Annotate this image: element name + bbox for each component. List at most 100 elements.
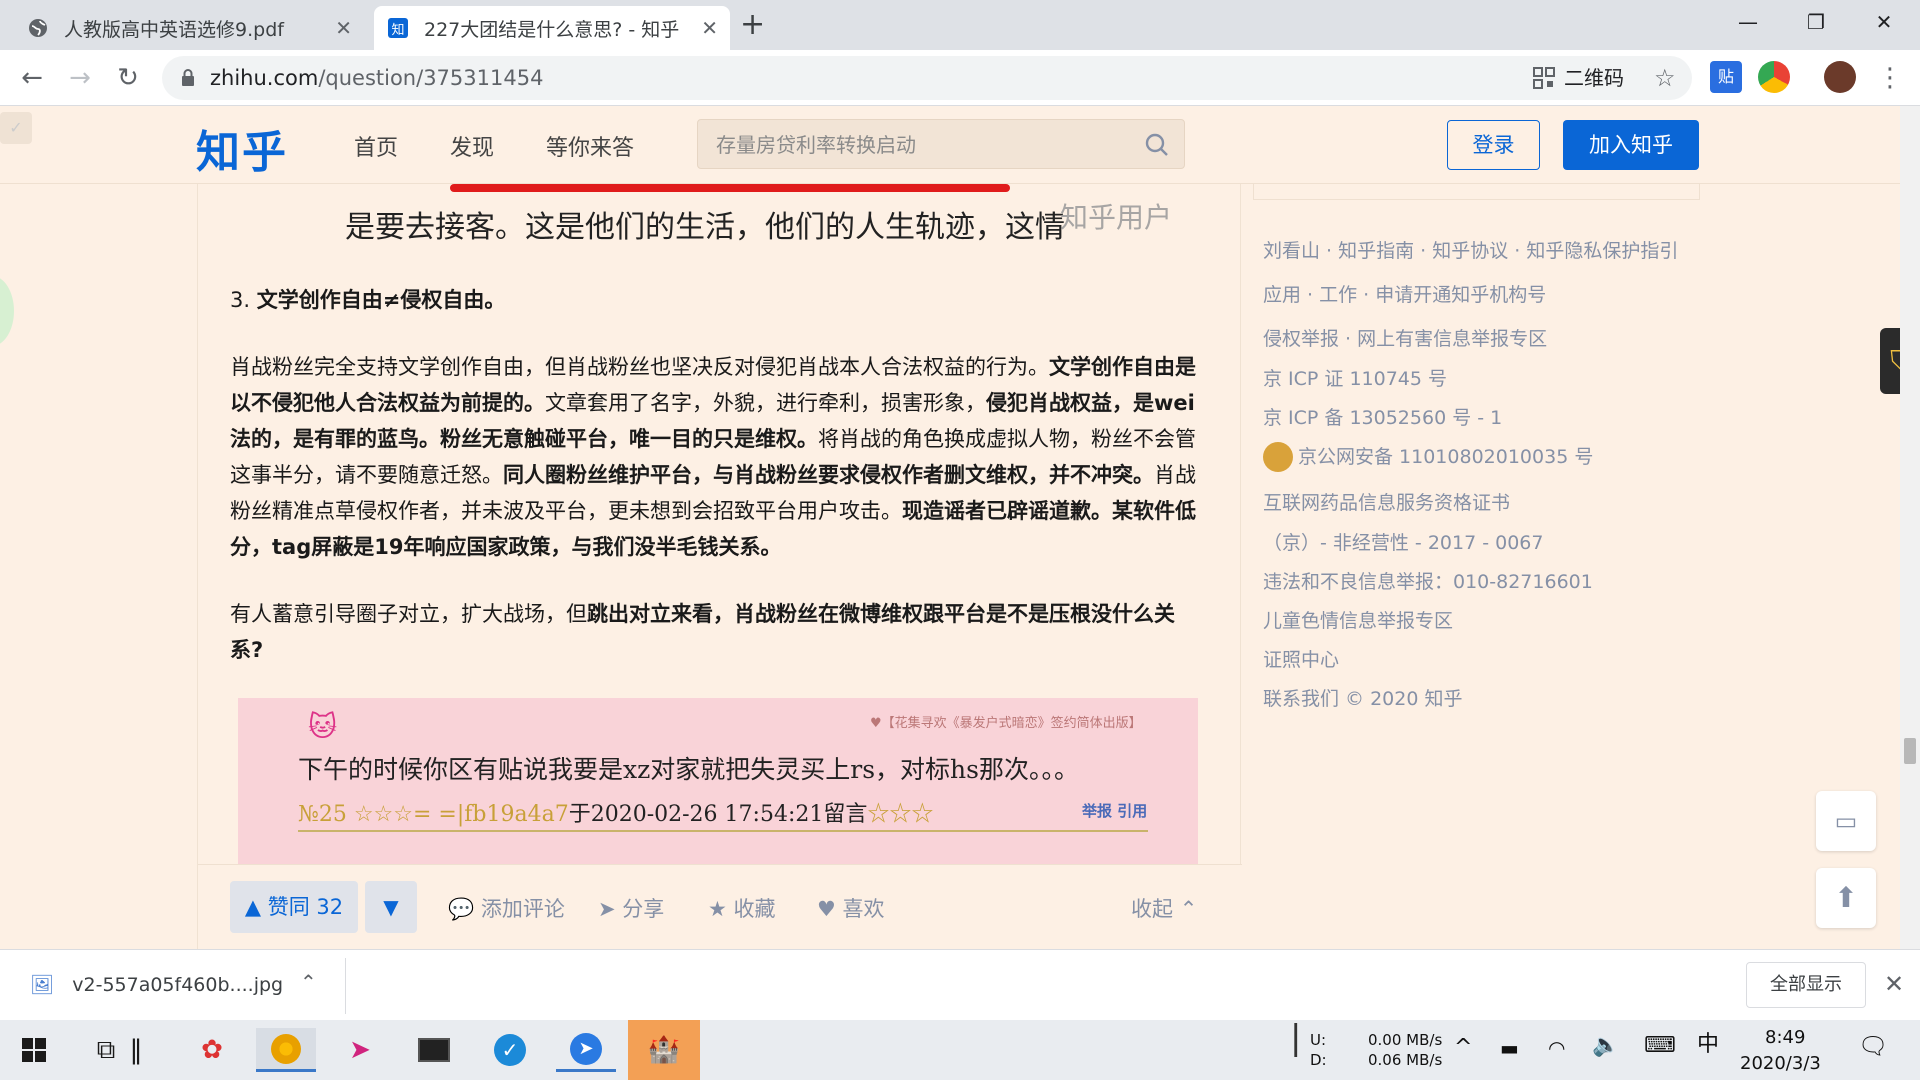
illegal-report[interactable]: 违法和不良信息举报：010-82716601 xyxy=(1263,567,1593,594)
tray-chevron-up-icon[interactable]: ^ xyxy=(1454,1037,1472,1059)
wifi-icon[interactable]: ◠ xyxy=(1548,1038,1565,1058)
profile-avatar[interactable] xyxy=(1824,61,1856,93)
image-text: 是要去接客。这是他们的生活，他们的人生轨迹，这情 xyxy=(345,210,1065,245)
net-upload-speed: 0.00 MB/s xyxy=(1368,1031,1443,1049)
section-heading: 3. 文学创作自由≠侵权自由。 xyxy=(230,288,506,312)
page-scrollbar[interactable] xyxy=(1900,106,1920,949)
feishu-icon[interactable]: ➤ xyxy=(556,1028,616,1072)
download-bar: 🖼 v2-557a05f460b....jpg ⌃ 全部显示 ✕ xyxy=(0,949,1920,1020)
notification-icon[interactable]: 🗨 xyxy=(1858,1034,1888,1058)
answer-image-comment[interactable]: 🐱 ♥【花集寻欢《暴发户式暗恋》签约简体出版】 下午的时候你区有贴说我要是xz对… xyxy=(238,698,1198,868)
extension-tie-icon[interactable]: 贴 xyxy=(1710,61,1742,93)
back-icon[interactable]: ← xyxy=(16,62,48,94)
browser-toolbar: ← → ↻ zhihu.com/question/375311454 二维码 ☆… xyxy=(0,50,1920,106)
nav-discover[interactable]: 发现 xyxy=(450,130,494,162)
tab-zhihu[interactable]: 知 227大团结是什么意思? - 知乎 ✕ xyxy=(374,6,730,50)
upvote-button[interactable]: ▲ 赞同 32 xyxy=(230,881,358,933)
paragraph-1: 肖战粉丝完全支持文学创作自由，但肖战粉丝也坚决反对侵犯肖战本人合法权益的行为。文… xyxy=(230,355,1196,559)
collapse-button[interactable]: 收起 ⌃ xyxy=(1131,893,1197,923)
ime-indicator[interactable]: 中 xyxy=(1697,1034,1719,1056)
sidebar-footer: 刘看山 · 知乎指南 · 知乎协议 · 知乎隐私保护指引 应用 · 工作 · 申… xyxy=(1253,184,1700,949)
close-tab-icon[interactable]: ✕ xyxy=(701,16,718,40)
heart-icon: ♥ xyxy=(817,897,836,921)
checkbox-icon[interactable]: ✓ xyxy=(0,112,32,144)
login-button[interactable]: 登录 xyxy=(1447,120,1540,170)
show-all-button[interactable]: 全部显示 xyxy=(1746,962,1866,1008)
like-button[interactable]: ♥ 喜欢 xyxy=(817,893,885,923)
close-tab-icon[interactable]: ✕ xyxy=(335,16,352,40)
address-bar[interactable]: zhihu.com/question/375311454 二维码 ☆ xyxy=(162,56,1692,100)
qr-code-label[interactable]: 二维码 xyxy=(1564,56,1624,100)
license-center[interactable]: 证照中心 xyxy=(1263,645,1339,672)
child-report[interactable]: 儿童色情信息举报专区 xyxy=(1263,606,1453,633)
tab-title: 227大团结是什么意思? - 知乎 xyxy=(424,18,680,41)
report-quote-links[interactable]: 举报 引用 xyxy=(1082,800,1147,821)
join-button[interactable]: 加入知乎 xyxy=(1563,120,1699,170)
arrow-up-icon: ⬆ xyxy=(1834,881,1858,914)
image-watermark: 知乎用户 xyxy=(1060,201,1173,234)
net-upload-label: U: xyxy=(1310,1031,1327,1049)
windows-start-icon[interactable] xyxy=(4,1028,64,1072)
nav-waiting-answers[interactable]: 等你来答 xyxy=(546,130,634,162)
share-button[interactable]: ➤ 分享 xyxy=(598,893,664,923)
drug-info-cert[interactable]: 互联网药品信息服务资格证书 xyxy=(1263,488,1510,515)
footer-links-1[interactable]: 刘看山 · 知乎指南 · 知乎协议 · 知乎隐私保护指引 xyxy=(1263,236,1678,263)
menu-kebab-icon[interactable]: ⋮ xyxy=(1874,62,1906,94)
drug-info-number: （京）- 非经营性 - 2017 - 0067 xyxy=(1263,532,1544,554)
chevron-up-icon: ⌃ xyxy=(1179,897,1198,921)
footer-links-3[interactable]: 侵权举报 · 网上有害信息举报专区 xyxy=(1263,324,1547,351)
footer-links-2[interactable]: 应用 · 工作 · 申请开通知乎机构号 xyxy=(1263,280,1546,307)
keyboard-icon[interactable]: ⌨ xyxy=(1644,1035,1676,1057)
new-tab-button[interactable]: + xyxy=(740,8,765,42)
collect-button[interactable]: ★ 收藏 xyxy=(708,893,776,923)
image-tag: ♥【花集寻欢《暴发户式暗恋》签约简体出版】 xyxy=(870,716,1142,731)
vimeo-app-icon[interactable]: ✓ xyxy=(480,1028,540,1072)
clock-time[interactable]: 8:49 xyxy=(1765,1028,1805,1048)
icp-record[interactable]: 京 ICP 备 13052560 号 - 1 xyxy=(1263,403,1502,430)
answer-image-top[interactable]: 是要去接客。这是他们的生活，他们的人生轨迹，这情 知乎用户 xyxy=(270,184,1210,254)
globe-icon xyxy=(28,18,48,38)
comment-icon: 💬 xyxy=(448,897,475,921)
game-app-icon[interactable]: 🏰 xyxy=(628,1020,700,1080)
feedback-button[interactable]: ▭ xyxy=(1816,791,1876,851)
downvote-button[interactable]: ▼ xyxy=(365,881,417,933)
bookmark-star-icon[interactable]: ☆ xyxy=(1654,64,1676,92)
scrollbar-thumb[interactable] xyxy=(1904,738,1916,764)
comment-button[interactable]: 💬 添加评论 xyxy=(448,893,565,923)
chrome-taskbar-icon[interactable] xyxy=(256,1028,316,1072)
search-box[interactable]: 存量房贷利率转换启动 xyxy=(697,119,1185,169)
search-input[interactable]: 存量房贷利率转换启动 xyxy=(716,120,916,170)
close-window-button[interactable]: ✕ xyxy=(1856,6,1912,38)
contact-copyright[interactable]: 联系我们 © 2020 知乎 xyxy=(1263,684,1462,711)
windows-taskbar: ⧉ ‖ ✿ ➤ ✓ ➤ 🏰 | U: D: 0.00 MB/s 0.06 MB/… xyxy=(0,1020,1920,1080)
back-to-top-button[interactable]: ⬆ xyxy=(1816,868,1876,928)
tab-pdf[interactable]: 人教版高中英语选修9.pdf ✕ xyxy=(14,6,364,50)
icp-cert[interactable]: 京 ICP 证 110745 号 xyxy=(1263,364,1447,391)
reload-icon[interactable]: ↻ xyxy=(112,62,144,94)
terminal-icon[interactable] xyxy=(404,1028,464,1072)
tab-title: 人教版高中英语选修9.pdf xyxy=(64,18,284,41)
qr-code-icon[interactable] xyxy=(1532,66,1556,90)
public-security-record[interactable]: 京公网安备 11010802010035 号 xyxy=(1298,442,1593,469)
nav-home[interactable]: 首页 xyxy=(354,130,398,162)
forward-icon[interactable]: → xyxy=(64,62,96,94)
maximize-button[interactable]: ❐ xyxy=(1788,6,1844,38)
minimize-button[interactable]: — xyxy=(1720,6,1776,38)
chevron-up-icon[interactable]: ⌃ xyxy=(300,970,317,994)
zhihu-header: 知乎 首页 发现 等你来答 存量房贷利率转换启动 登录 加入知乎 xyxy=(0,106,1900,184)
battery-icon[interactable]: ▬ xyxy=(1500,1038,1519,1058)
star-icon: ★ xyxy=(708,897,727,921)
app-drawing-icon[interactable]: ✿ xyxy=(182,1028,242,1072)
image-comment-meta: №25 ☆☆☆= =|fb19a4a7于2020-02-26 17:54:21留… xyxy=(298,802,934,827)
share-icon: ➤ xyxy=(598,897,616,921)
police-badge-icon xyxy=(1263,442,1293,472)
divider xyxy=(345,958,346,1014)
search-icon[interactable] xyxy=(1144,132,1170,158)
close-download-bar-icon[interactable]: ✕ xyxy=(1884,970,1904,998)
zhihu-logo[interactable]: 知乎 xyxy=(196,116,288,180)
download-item[interactable]: 🖼 v2-557a05f460b....jpg xyxy=(30,950,283,1021)
clock-date[interactable]: 2020/3/3 xyxy=(1740,1054,1821,1074)
arrow-app-icon[interactable]: ➤ xyxy=(330,1028,390,1072)
volume-icon[interactable]: 🔈 xyxy=(1592,1035,1619,1057)
chrome-extension-icon[interactable] xyxy=(1758,61,1790,93)
